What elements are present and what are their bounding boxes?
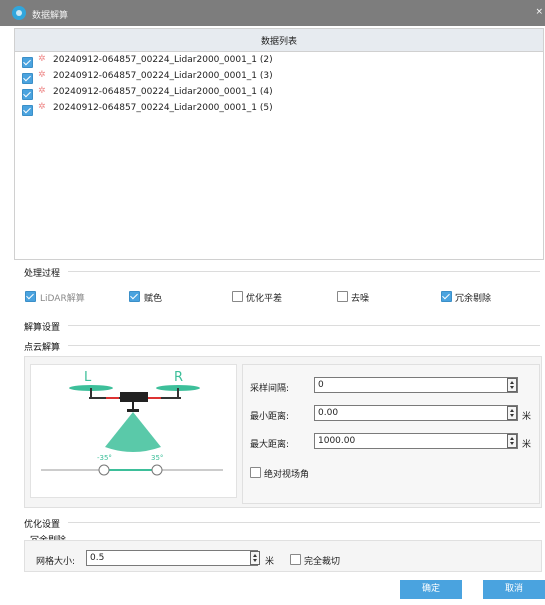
colorize-label: 赋色 — [144, 294, 163, 304]
max-distance-input[interactable]: 1000.00 — [314, 433, 518, 449]
data-list-header: 数据列表 — [15, 29, 543, 52]
snowflake-icon: ✲ — [38, 86, 46, 96]
scanner-diagram-svg: L R -35° 35° — [41, 370, 223, 476]
sample-interval-spinner[interactable] — [507, 378, 517, 392]
item-label: 20240912-064857_00224_Lidar2000_0001_1 (… — [53, 55, 273, 65]
title-bar: 数据解算 × — [0, 0, 545, 26]
list-item[interactable]: ✲ 20240912-064857_00224_Lidar2000_0001_1… — [22, 53, 542, 69]
left-label: L — [84, 370, 92, 385]
divider — [68, 271, 540, 272]
min-distance-input[interactable]: 0.00 — [314, 405, 518, 421]
redundancy-removal-checkbox[interactable] — [441, 291, 452, 302]
item-label: 20240912-064857_00224_Lidar2000_0001_1 (… — [53, 103, 273, 113]
item-checkbox[interactable] — [22, 89, 33, 100]
snowflake-icon: ✲ — [38, 54, 46, 64]
scan-beam — [105, 412, 161, 452]
ok-button[interactable]: 确定 — [400, 580, 462, 599]
grid-size-spinner[interactable] — [250, 551, 260, 565]
item-checkbox[interactable] — [22, 73, 33, 84]
denoise-checkbox[interactable] — [337, 291, 348, 302]
data-list-panel: 数据列表 ✲ 20240912-064857_00224_Lidar2000_0… — [14, 28, 544, 260]
scanner-diagram: L R -35° 35° — [30, 364, 237, 498]
lidar-solve-label: LiDAR解算 — [40, 294, 85, 304]
min-distance-spinner[interactable] — [507, 406, 517, 420]
item-label: 20240912-064857_00224_Lidar2000_0001_1 (… — [53, 87, 273, 97]
divider — [68, 345, 540, 346]
item-checkbox[interactable] — [22, 105, 33, 116]
colorize-checkbox[interactable] — [129, 291, 140, 302]
angle-right-label: 35° — [151, 454, 163, 462]
close-icon[interactable]: × — [535, 7, 543, 17]
fov-slider-right-handle[interactable] — [151, 464, 163, 476]
sample-interval-label: 采样间隔: — [250, 384, 290, 394]
sample-interval-input[interactable]: 0 — [314, 377, 518, 393]
optimize-section-title: 优化设置 — [24, 520, 61, 530]
grid-size-unit: 米 — [265, 557, 275, 567]
list-item[interactable]: ✲ 20240912-064857_00224_Lidar2000_0001_1… — [22, 85, 542, 101]
point-cloud-solve-title: 点云解算 — [24, 343, 61, 353]
min-distance-unit: 米 — [522, 412, 532, 422]
right-label: R — [174, 370, 183, 385]
angle-left-label: -35° — [97, 454, 112, 462]
divider — [68, 522, 540, 523]
snowflake-icon: ✲ — [38, 102, 46, 112]
scanner-head — [127, 409, 139, 412]
solve-section-title: 解算设置 — [24, 323, 61, 333]
full-crop-label: 完全裁切 — [304, 557, 341, 567]
window-title: 数据解算 — [32, 11, 69, 21]
item-label: 20240912-064857_00224_Lidar2000_0001_1 (… — [53, 71, 273, 81]
data-list-title: 数据列表 — [260, 37, 297, 47]
list-item[interactable]: ✲ 20240912-064857_00224_Lidar2000_0001_1… — [22, 101, 542, 117]
max-distance-spinner[interactable] — [507, 434, 517, 448]
app-logo-icon — [12, 6, 26, 20]
max-distance-unit: 米 — [522, 440, 532, 450]
full-crop-checkbox[interactable] — [290, 554, 301, 565]
list-item[interactable]: ✲ 20240912-064857_00224_Lidar2000_0001_1… — [22, 69, 542, 85]
min-distance-label: 最小距离: — [250, 412, 290, 422]
adjustment-checkbox[interactable] — [232, 291, 243, 302]
max-distance-label: 最大距离: — [250, 440, 290, 450]
process-section-title: 处理过程 — [24, 269, 61, 279]
divider — [68, 325, 540, 326]
absolute-fov-label: 绝对视场角 — [264, 470, 310, 480]
grid-size-label: 网格大小: — [36, 557, 76, 567]
snowflake-icon: ✲ — [38, 70, 46, 80]
fov-slider-left-handle[interactable] — [98, 464, 110, 476]
absolute-fov-checkbox[interactable] — [250, 467, 261, 478]
grid-size-input[interactable]: 0.5 — [86, 550, 258, 566]
denoise-label: 去噪 — [351, 294, 370, 304]
lidar-solve-checkbox[interactable] — [25, 291, 36, 302]
redundancy-removal-label: 冗余剔除 — [455, 294, 492, 304]
item-checkbox[interactable] — [22, 57, 33, 68]
cancel-button[interactable]: 取消 — [483, 580, 545, 599]
drone-body — [120, 392, 148, 402]
adjustment-label: 优化平差 — [246, 294, 283, 304]
